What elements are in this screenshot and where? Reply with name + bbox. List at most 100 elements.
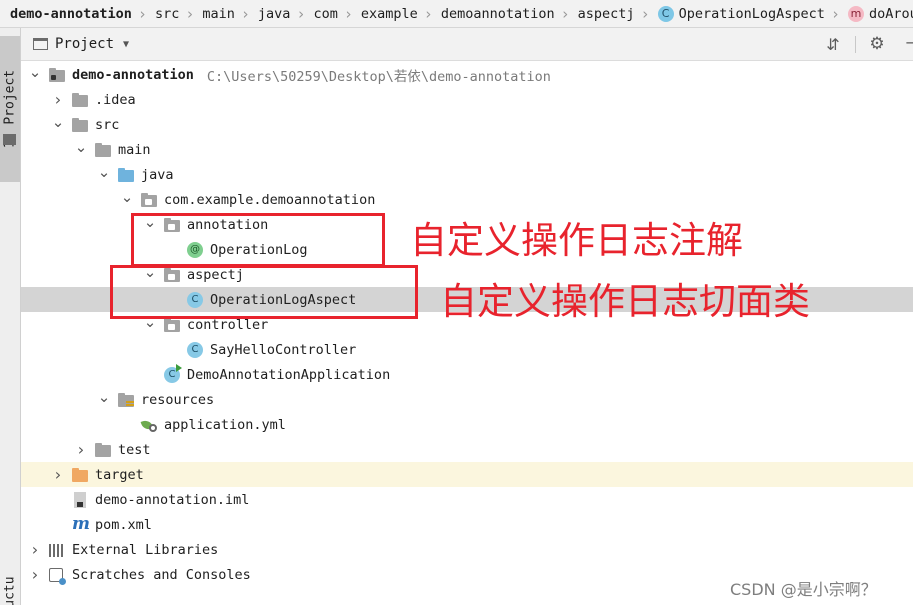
minimize-icon[interactable]: – <box>901 32 913 53</box>
project-view-selector[interactable]: Project ▼ <box>33 28 129 60</box>
breadcrumb-item[interactable]: src › <box>155 0 202 28</box>
note-annotation: 自定义操作日志注解 <box>410 219 743 262</box>
chevron-right-icon[interactable]: › <box>52 90 64 109</box>
breadcrumb-item[interactable]: main › <box>202 0 258 28</box>
tree-item-label: application.yml <box>164 416 286 433</box>
chevron-down-icon[interactable]: ⌄ <box>144 313 157 331</box>
chevron-down-icon[interactable]: ⌄ <box>144 263 157 281</box>
class-icon: C <box>187 291 203 308</box>
tree-item-demo-annotation[interactable]: ⌄ demo-annotation C:\Users\50259\Desktop\若… <box>21 62 913 87</box>
breadcrumb-item[interactable]: java › <box>258 0 314 28</box>
breadcrumb-label: aspectj <box>577 5 635 22</box>
breadcrumb-label: java <box>257 5 291 22</box>
breadcrumb-item[interactable]: C OperationLogAspect › <box>657 0 848 28</box>
breadcrumb-label: demo-annotation <box>10 5 132 22</box>
icon-glyph: @ <box>187 241 203 258</box>
resources-folder-icon <box>118 392 134 408</box>
breadcrumb-separator-icon: › <box>185 4 195 23</box>
watermark: CSDN @是小宗啊？ <box>730 580 877 599</box>
tree-item-external-libraries[interactable]: › External Libraries <box>21 537 913 562</box>
tree-item-say-hello-controller[interactable]: C SayHelloController <box>21 337 913 362</box>
excluded-folder-icon <box>72 467 88 483</box>
scratch-icon <box>49 567 66 585</box>
tree-item-label: annotation <box>187 216 269 233</box>
breadcrumb-separator-icon: › <box>640 4 650 23</box>
chevron-right-icon[interactable]: › <box>75 440 87 459</box>
tree-item-demo-application[interactable]: C DemoAnnotationApplication <box>21 362 913 387</box>
maven-icon: m <box>72 513 90 534</box>
project-tool-tab[interactable]: 1: Project <box>0 36 20 182</box>
tree-item-label: target <box>95 466 144 483</box>
chevron-down-icon[interactable]: ⌄ <box>98 388 111 406</box>
chevron-down-icon[interactable]: ⌄ <box>98 163 111 181</box>
breadcrumb-label: src <box>154 5 180 22</box>
tree-item-label: demo-annotation.iml <box>95 491 250 508</box>
chevron-down-icon[interactable]: ⌄ <box>121 188 134 206</box>
tree-item-package[interactable]: ⌄ com.example.demoannotation <box>21 187 913 212</box>
breadcrumb-item[interactable]: mdoAround <box>847 0 913 28</box>
chevron-down-icon[interactable]: ⌄ <box>29 63 42 81</box>
breadcrumb-separator-icon: › <box>296 4 306 23</box>
class-icon: C <box>187 341 203 358</box>
chevron-down-icon[interactable]: ⌄ <box>144 213 157 231</box>
breadcrumb-separator-icon: › <box>830 4 840 23</box>
folder-icon <box>72 117 88 133</box>
folder-icon <box>95 442 111 458</box>
project-path: C:\Users\50259\Desktop\若依\demo-annotatio… <box>206 68 551 85</box>
breadcrumb-item[interactable]: example › <box>361 0 441 28</box>
tree-item-label: pom.xml <box>95 516 152 533</box>
breadcrumb-item[interactable]: demoannotation › <box>441 0 578 28</box>
tree-item-label: java <box>141 166 174 183</box>
tree-item-label: main <box>118 141 151 158</box>
chevron-right-icon[interactable]: › <box>52 465 64 484</box>
breadcrumb-item[interactable]: demo-annotation › <box>10 0 155 28</box>
package-icon <box>141 192 157 208</box>
note-aspect: 自定义操作日志切面类 <box>440 280 810 323</box>
project-panel-header: Project ▼ ⇵ ⚙ – <box>21 28 913 61</box>
tree-item-src[interactable]: ⌄ src <box>21 112 913 137</box>
tree-item-label: resources <box>141 391 215 408</box>
breadcrumb-item[interactable]: com › <box>313 0 360 28</box>
header-divider <box>855 36 856 53</box>
breadcrumb-label: example <box>360 5 418 22</box>
module-file-icon <box>72 491 88 508</box>
chevron-down-icon: ▼ <box>123 38 130 50</box>
chevron-down-icon[interactable]: ⌄ <box>75 138 88 156</box>
tree-item-test[interactable]: › test <box>21 437 913 462</box>
chevron-down-icon[interactable]: ⌄ <box>52 113 65 131</box>
annotation-icon: @ <box>187 241 203 258</box>
breadcrumb-separator-icon: › <box>240 4 250 23</box>
breadcrumb-separator-icon: › <box>560 4 570 23</box>
breadcrumb-label: main <box>202 5 235 22</box>
project-icon <box>33 38 48 50</box>
tree-item-idea[interactable]: ›. idea <box>21 87 913 112</box>
collapse-all-icon[interactable]: ⇵ <box>824 35 842 54</box>
tree-item-label: DemoAnnotationApplication <box>187 366 391 383</box>
tree-item-resources[interactable]: ⌄ resources <box>21 387 913 412</box>
tree-item-label: controller <box>187 316 269 333</box>
library-icon <box>49 542 65 558</box>
breadcrumb-separator-icon: › <box>343 4 353 23</box>
tool-window-strip: 1: Project Structure <box>0 28 21 605</box>
tree-item-label: idea <box>103 91 136 108</box>
tree-item-label: External Libraries <box>72 541 219 558</box>
tree-item-label: src <box>95 116 120 133</box>
structure-tool-tab[interactable]: Structure <box>0 576 20 605</box>
gear-icon[interactable]: ⚙ <box>868 34 886 54</box>
tree-item-pom[interactable]: m pom.xml <box>21 512 913 537</box>
tree-item-iml[interactable]: demo-annotation.iml <box>21 487 913 512</box>
method-icon: m <box>847 5 864 22</box>
breadcrumb-item[interactable]: aspectj › <box>578 0 658 28</box>
tree-item-label: com.example.demoannotation <box>164 191 376 208</box>
chevron-right-icon[interactable]: › <box>29 565 41 584</box>
tree-item-label: OperationLogAspect <box>210 291 357 308</box>
chevron-right-icon[interactable]: › <box>29 540 41 559</box>
tree-item-main[interactable]: ⌄ main <box>21 137 913 162</box>
breadcrumb-separator-icon: › <box>137 4 147 23</box>
tree-item-application-yml[interactable]: application.yml <box>21 412 913 437</box>
tree-item-target[interactable]: › target <box>21 462 913 487</box>
spring-app-class-icon: C <box>164 363 182 383</box>
project-folder-icon <box>49 67 65 83</box>
tree-item-label: OperationLog <box>210 241 308 258</box>
tree-item-java[interactable]: ⌄ java <box>21 162 913 187</box>
